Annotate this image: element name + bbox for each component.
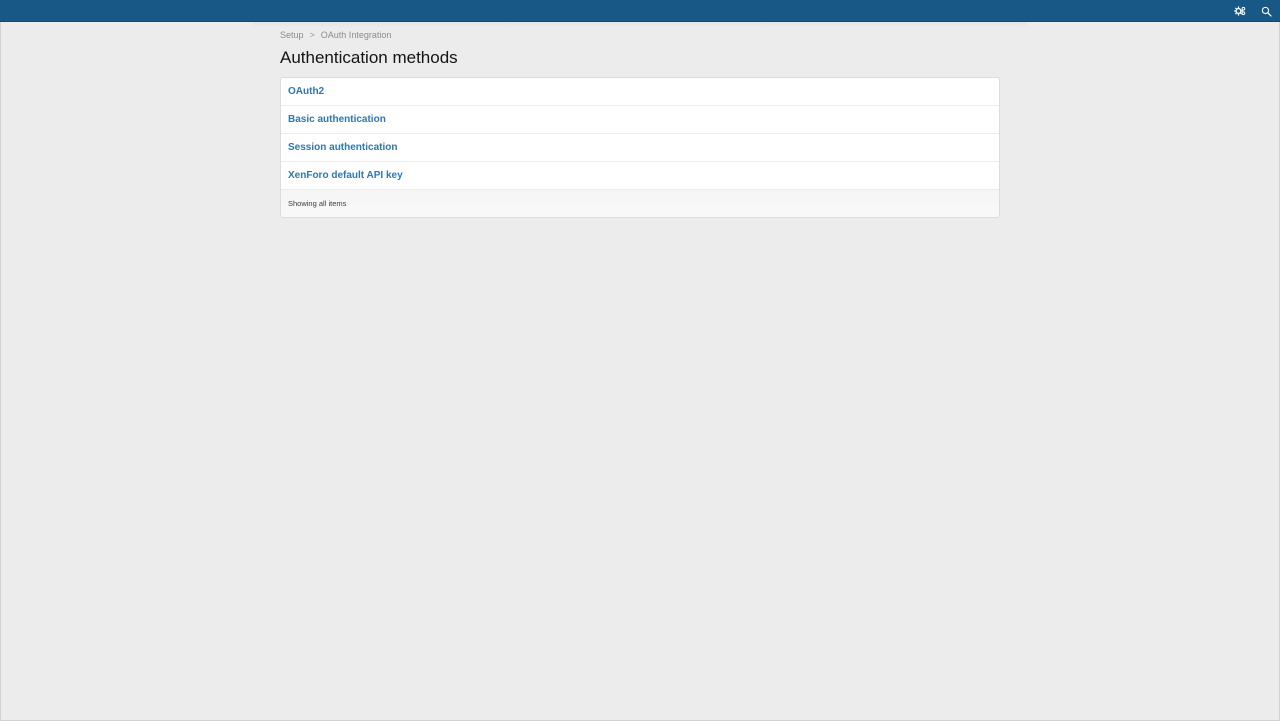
breadcrumb-separator: >: [309, 30, 315, 40]
method-link-basic-authentication[interactable]: Basic authentication: [288, 114, 386, 125]
breadcrumb-setup-link[interactable]: Setup: [280, 28, 304, 42]
breadcrumb-oauth-integration-link[interactable]: OAuth Integration: [321, 28, 392, 42]
page-title: Authentication methods: [280, 48, 458, 67]
method-link-oauth2[interactable]: OAuth2: [288, 86, 324, 97]
list-item: Session authentication: [281, 134, 999, 162]
list-item: XenForo default API key: [281, 162, 999, 190]
list-item: OAuth2: [281, 78, 999, 106]
method-link-xenforo-default-api-key[interactable]: XenForo default API key: [288, 170, 403, 181]
search-icon[interactable]: [1258, 3, 1274, 19]
breadcrumb: Setup > OAuth Integration: [280, 28, 1000, 42]
list-item: Basic authentication: [281, 106, 999, 134]
main-content: Setup > OAuth Integration Authentication…: [280, 28, 1000, 218]
authentication-methods-list: OAuth2 Basic authentication Session auth…: [280, 77, 1000, 218]
list-footer-status: Showing all items: [281, 190, 999, 217]
method-link-session-authentication[interactable]: Session authentication: [288, 142, 397, 153]
topbar-icon-group: [1232, 3, 1274, 19]
top-navigation-bar: [0, 0, 1280, 22]
cog-icon[interactable]: [1232, 3, 1248, 19]
